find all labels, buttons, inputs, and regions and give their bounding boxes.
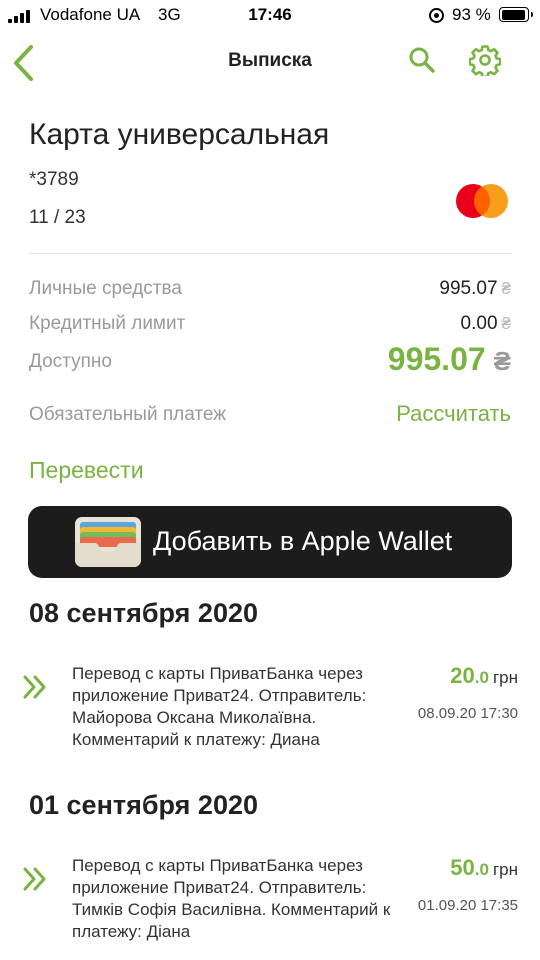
incoming-arrows-icon [23,675,46,699]
status-bar: Vodafone UA 3G 17:46 93 % [0,0,540,30]
hryvnia-icon: ₴ [501,314,511,333]
transfer-link[interactable]: Перевести [29,457,144,484]
transaction-description: Перевод с карты ПриватБанка через прилож… [72,856,391,941]
mandatory-payment-label: Обязательный платеж [29,404,226,425]
hryvnia-icon: ₴ [501,279,511,298]
gear-icon[interactable] [469,44,501,76]
battery-percent: 93 % [452,5,491,24]
wallet-icon [75,517,141,567]
transaction-item[interactable]: Перевод с карты ПриватБанка через прилож… [0,855,540,960]
transaction-item[interactable]: Перевод с карты ПриватБанка через прилож… [0,663,540,773]
battery-icon [499,7,533,22]
add-to-apple-wallet-button[interactable]: Добавить в Apple Wallet [28,506,512,578]
transaction-datetime: 08.09.20 17:30 [417,705,518,722]
date-header: 01 сентября 2020 [29,790,258,820]
transaction-description: Перевод с карты ПриватБанка через прилож… [72,664,367,749]
credit-limit-label: Кредитный лимит [29,313,186,334]
card-name: Карта универсальная [29,118,330,151]
search-icon[interactable] [408,46,436,74]
card-expiry: 11 / 23 [29,207,86,228]
transaction-amount: 50.0 грн [450,855,518,880]
available-value: 995.07 ₴ [387,341,511,377]
wallet-button-label: Добавить в Apple Wallet [153,526,453,556]
transaction-amount: 20.0 грн [450,663,518,688]
own-funds-value: 995.07 ₴ [439,278,511,299]
calculate-link[interactable]: Рассчитать [396,401,511,427]
credit-limit-value: 0.00 ₴ [460,313,511,334]
hryvnia-icon: ₴ [493,346,511,376]
incoming-arrows-icon [23,867,46,891]
nav-bar: Выписка [0,40,540,84]
available-label: Доступно [29,351,112,372]
transaction-datetime: 01.09.20 17:35 [417,897,518,914]
mastercard-icon [456,184,508,218]
page-title: Выписка [228,50,312,71]
date-header: 08 сентября 2020 [29,598,258,628]
divider [29,253,512,254]
orientation-lock-icon [429,8,444,23]
card-number: *3789 [29,169,79,190]
own-funds-label: Личные средства [29,278,182,299]
